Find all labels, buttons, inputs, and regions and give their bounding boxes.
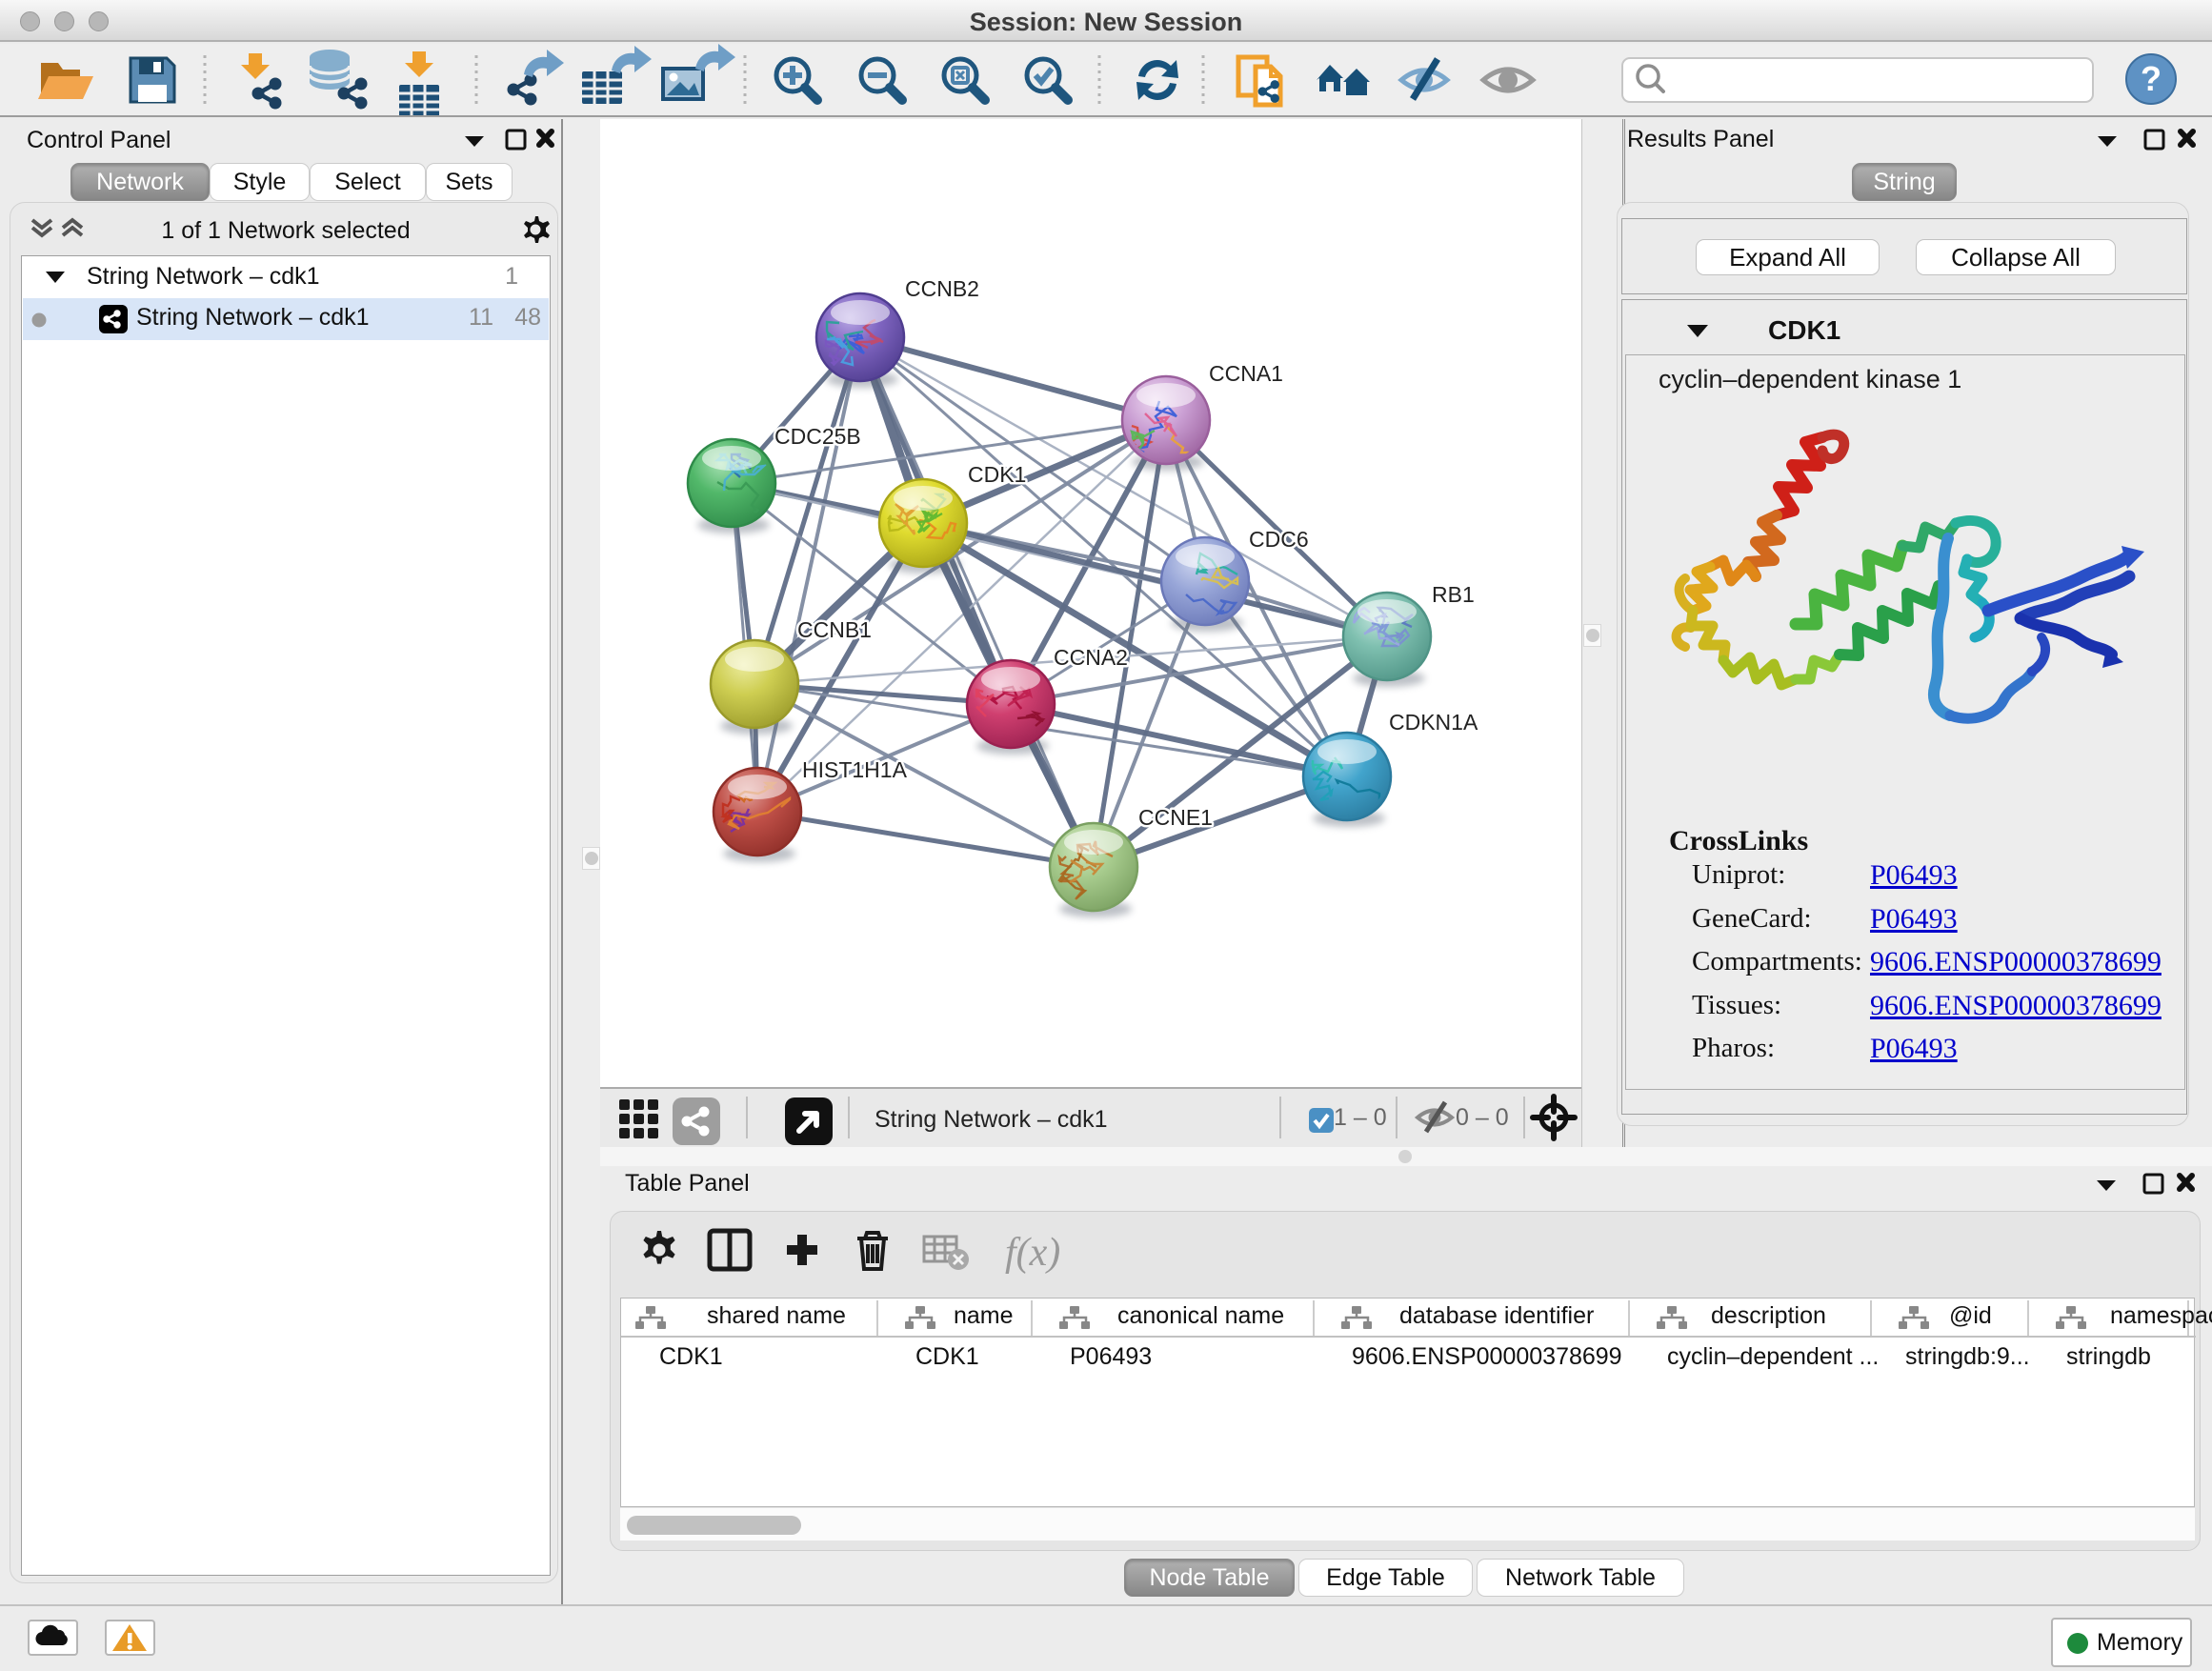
svg-text:CDK1: CDK1 [968,462,1026,487]
svg-text:CDKN1A: CDKN1A [1389,710,1478,735]
svg-text:0 – 0: 0 – 0 [1456,1104,1509,1131]
svg-text:f(x): f(x) [1005,1231,1060,1275]
svg-text:CCNE1: CCNE1 [1138,805,1213,830]
svg-text:?: ? [2141,59,2162,98]
svg-text:CCNB2: CCNB2 [905,276,979,301]
svg-text:CDC25B: CDC25B [774,424,861,449]
svg-text:RB1: RB1 [1432,582,1475,607]
svg-text:HIST1H1A: HIST1H1A [802,757,908,782]
svg-text:CCNA2: CCNA2 [1054,645,1128,670]
svg-text:CCNB1: CCNB1 [797,617,872,642]
svg-text:String Network – cdk1: String Network – cdk1 [875,1106,1108,1133]
svg-text:CDC6: CDC6 [1249,527,1309,552]
svg-text:1 – 0: 1 – 0 [1334,1104,1387,1131]
svg-text:CCNA1: CCNA1 [1209,361,1283,386]
